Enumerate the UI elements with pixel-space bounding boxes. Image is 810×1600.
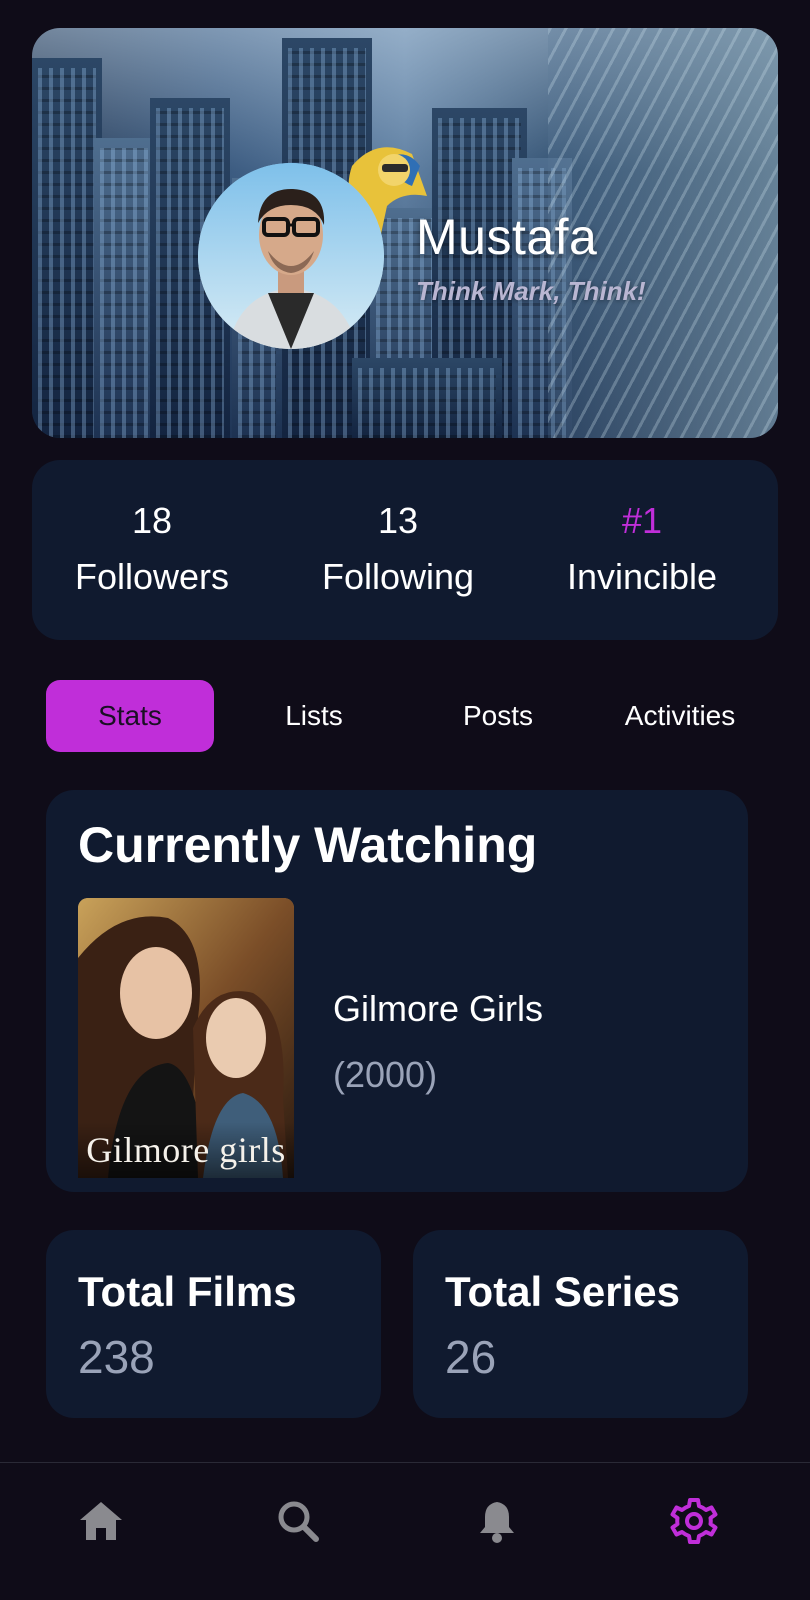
gear-icon: [670, 1498, 718, 1544]
total-series-label: Total Series: [445, 1268, 680, 1315]
profile-name: Mustafa: [416, 209, 598, 265]
rank-value: #1: [621, 500, 663, 541]
nav-home[interactable]: [71, 1491, 131, 1551]
profile-tabs: Stats Lists Posts Activities: [46, 680, 776, 752]
show-year: (2000): [333, 1054, 438, 1095]
total-films-value: 238: [78, 1331, 155, 1383]
poster-title: Gilmore girls: [78, 1122, 294, 1178]
avatar[interactable]: [198, 163, 384, 349]
currently-watching-heading: Currently Watching: [78, 817, 538, 873]
bottom-nav: [0, 1462, 810, 1600]
avatar-photo: [198, 163, 384, 349]
total-series-value: 26: [445, 1331, 497, 1383]
rank-badge[interactable]: #1 Invincible: [522, 500, 762, 598]
total-films-label: Total Films: [78, 1268, 297, 1315]
nav-search[interactable]: [268, 1491, 328, 1551]
home-icon: [80, 1502, 122, 1540]
total-films-card[interactable]: Total Films 238: [46, 1230, 381, 1418]
followers-value: 18: [131, 500, 173, 541]
following-value: 13: [377, 500, 419, 541]
following-count[interactable]: 13 Following: [278, 500, 518, 598]
search-icon: [278, 1501, 319, 1542]
following-label: Following: [321, 556, 475, 597]
show-title[interactable]: Gilmore Girls: [333, 988, 543, 1030]
bell-icon: [480, 1502, 514, 1543]
profile-banner: Mustafa Think Mark, Think!: [32, 28, 778, 438]
tab-posts[interactable]: Posts: [414, 680, 582, 752]
profile-counts-card: 18 Followers 13 Following #1 Invincible: [32, 460, 778, 640]
profile-screen: Mustafa Think Mark, Think! 18 Followers …: [0, 0, 810, 1600]
show-poster[interactable]: Gilmore girls: [78, 898, 294, 1178]
total-series-card[interactable]: Total Series 26: [413, 1230, 748, 1418]
nav-settings[interactable]: [664, 1491, 724, 1551]
tab-stats[interactable]: Stats: [46, 680, 214, 752]
nav-notifications[interactable]: [467, 1491, 527, 1551]
currently-watching-card[interactable]: Currently Watching Gilmore girls Gilmore…: [46, 790, 748, 1192]
tab-activities[interactable]: Activities: [596, 680, 764, 752]
followers-label: Followers: [74, 556, 230, 597]
followers-count[interactable]: 18 Followers: [32, 500, 272, 598]
rank-label: Invincible: [566, 556, 718, 597]
profile-tagline: Think Mark, Think!: [416, 276, 646, 306]
tab-lists[interactable]: Lists: [230, 680, 398, 752]
